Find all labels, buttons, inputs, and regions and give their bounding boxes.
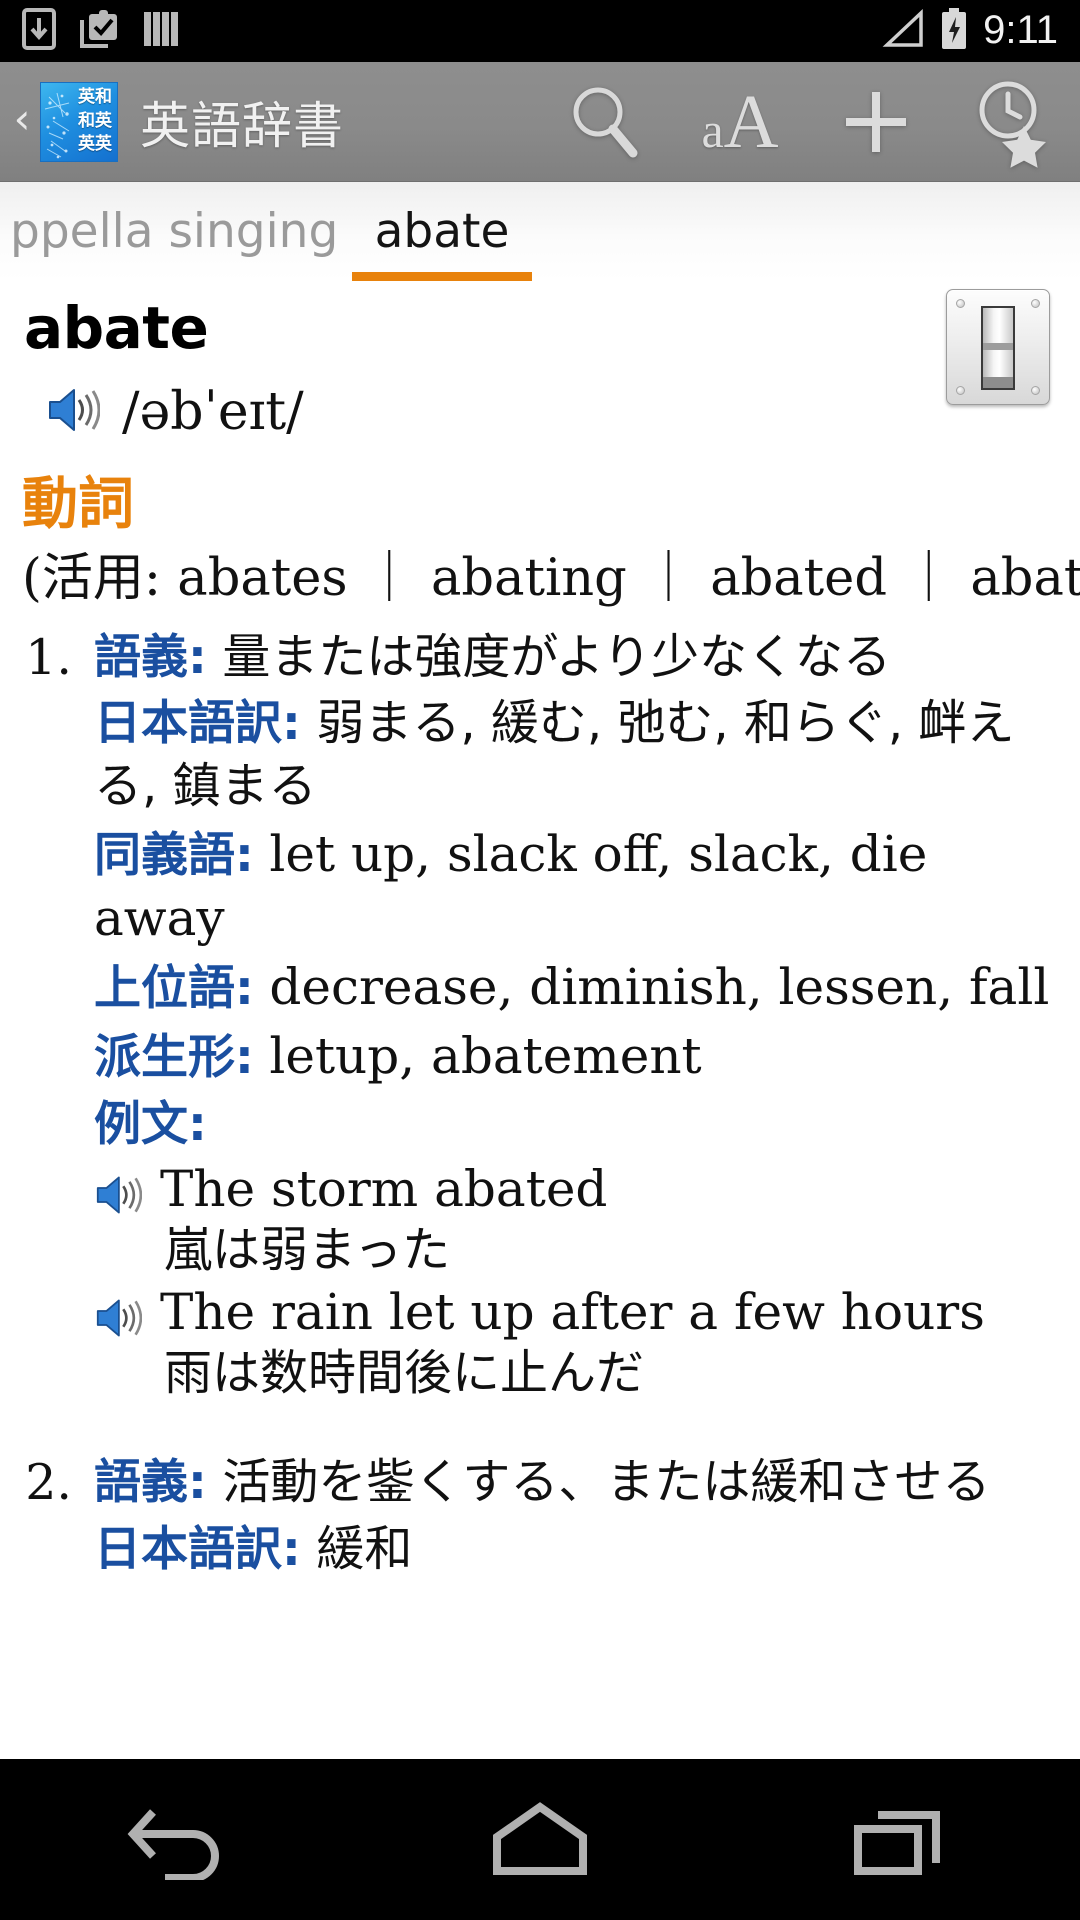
sense-item: 1. 語義: 量または強度がより少なくなる 日本語訳: 弱まる, 緩む, 弛む,… (0, 620, 1080, 1406)
derivatives-field: 派生形: letup, abatement (94, 1024, 1060, 1089)
headword: abate (24, 294, 209, 362)
speaker-icon[interactable] (46, 385, 101, 440)
headword-row: abate /əbˈeɪt/ (0, 281, 1080, 440)
gloss-label: 語義: (94, 629, 207, 685)
books-icon (142, 8, 182, 55)
search-button[interactable] (536, 62, 672, 182)
sense-body: 語義: 量または強度がより少なくなる 日本語訳: 弱まる, 緩む, 弛む, 和ら… (94, 626, 1060, 1406)
back-arrow-icon (127, 1808, 219, 1880)
speaker-icon[interactable] (94, 1159, 160, 1222)
phone-screen: 9:11 ‹ 英和 和英 英英 英語辞書 a A ppella singing … (0, 0, 1080, 1920)
sense-body: 語義: 活動を鈭くする、または緩和させる 日本語訳: 緩和 (94, 1451, 1060, 1584)
active-tab-underline (352, 272, 532, 281)
japanese-translation-label: 日本語訳: (94, 1522, 301, 1578)
tab-label: abate (374, 203, 510, 259)
speaker-icon[interactable] (94, 1282, 160, 1345)
screw-icon (1031, 386, 1040, 395)
example-item: The rain let up after a few hours 雨は数時間後… (94, 1282, 1060, 1403)
signal-icon (881, 8, 925, 54)
ipa-pronunciation: /əbˈeɪt/ (122, 382, 304, 443)
examples-label: 例文: (94, 1096, 207, 1152)
example-japanese: 雨は数時間後に止んだ (164, 1345, 645, 1402)
font-size-button[interactable]: aA (672, 62, 808, 182)
app-icon-line-3: 英英 (78, 133, 112, 154)
clipboard-check-icon (78, 8, 120, 55)
recents-button[interactable] (800, 1759, 1000, 1920)
gloss-field: 語義: 活動を鈭くする、または緩和させる (94, 1451, 1060, 1514)
synonyms-field: 同義語: let up, slack off, slack, die away (94, 822, 1060, 951)
hypernyms-field: 上位語: decrease, diminish, lessen, fall (94, 955, 1060, 1020)
sense-list: 1. 語義: 量または強度がより少なくなる 日本語訳: 弱まる, 緩む, 弛む,… (0, 610, 1080, 1585)
app-icon-labels: 英和 和英 英英 (77, 87, 113, 157)
download-icon (22, 7, 56, 55)
example-english: The rain let up after a few hours (160, 1283, 985, 1342)
sense-number: 1. (25, 628, 72, 686)
inflection-forms: (活用: abates ｜ abating ｜ abated ｜ abated) (22, 549, 1080, 609)
hypernyms-text: decrease, diminish, lessen, fall (269, 958, 1050, 1017)
home-icon (493, 1801, 587, 1875)
app-title: 英語辞書 (140, 96, 344, 155)
light-switch-image[interactable] (946, 289, 1050, 405)
app-icon-line-1: 英和 (78, 87, 112, 108)
add-icon (846, 91, 906, 152)
add-button[interactable] (808, 62, 944, 182)
derivatives-label: 派生形: (94, 1029, 254, 1085)
history-favorites-button[interactable] (944, 62, 1080, 182)
hypernyms-label: 上位語: (94, 961, 254, 1017)
japanese-translation-label: 日本語訳: (94, 696, 301, 752)
system-navigation-bar (0, 1759, 1080, 1920)
recents-icon (854, 1810, 940, 1875)
home-button[interactable] (440, 1759, 640, 1920)
status-bar-left-icons (22, 7, 182, 55)
battery-charging-icon (939, 7, 969, 56)
screw-icon (1031, 299, 1040, 308)
examples-field-label: 例文: (94, 1093, 1060, 1156)
tab-abate[interactable]: abate (352, 182, 532, 280)
japanese-translation-text: 緩和 (316, 1521, 413, 1578)
clock-time: 9:11 (983, 8, 1058, 52)
app-icon-line-2: 和英 (78, 110, 112, 131)
screw-icon (956, 299, 965, 308)
example-list: The storm abated 嵐は弱まった The rain let up … (94, 1159, 1060, 1403)
history-favorites-icon (979, 81, 1046, 168)
example-japanese: 嵐は弱まった (164, 1222, 451, 1279)
action-bar-buttons: aA (536, 62, 1080, 182)
status-bar-right: 9:11 (881, 7, 1058, 56)
search-icon (573, 87, 638, 157)
derivatives-text: letup, abatement (269, 1026, 702, 1085)
example-english: The storm abated (160, 1160, 608, 1219)
gloss-label: 語義: (94, 1455, 207, 1511)
action-bar: ‹ 英和 和英 英英 英語辞書 a A (0, 62, 1080, 182)
pronunciation-row: /əbˈeɪt/ (24, 385, 1056, 440)
gloss-field: 語義: 量または強度がより少なくなる (94, 626, 1060, 689)
gloss-text: 活動を鈭くする、または緩和させる (222, 1454, 991, 1511)
dictionary-entry-content[interactable]: abate /əbˈeɪt/ 動詞 (活用: abates ｜ abating … (0, 281, 1080, 1759)
example-text: The rain let up after a few hours 雨は数時間後… (160, 1282, 1060, 1403)
back-button[interactable] (80, 1759, 280, 1920)
status-bar: 9:11 (0, 0, 1080, 62)
japanese-translation-field: 日本語訳: 緩和 (94, 1518, 1060, 1581)
app-icon[interactable]: 英和 和英 英英 (40, 81, 118, 162)
gloss-text: 量または強度がより少なくなる (222, 628, 892, 685)
tab-a-cappella-singing[interactable]: ppella singing (0, 182, 366, 280)
sense-item: 2. 語義: 活動を鈭くする、または緩和させる 日本語訳: 緩和 (0, 1445, 1080, 1584)
screw-icon (956, 386, 965, 395)
up-back-caret-icon[interactable]: ‹ (0, 97, 44, 146)
synonyms-label: 同義語: (94, 827, 254, 883)
example-item: The storm abated 嵐は弱まった (94, 1159, 1060, 1280)
part-of-speech: 動詞 (22, 471, 134, 537)
sense-spacer (0, 1405, 1080, 1445)
font-size-icon: aA (701, 79, 779, 164)
tab-strip: ppella singing abate (0, 182, 1080, 280)
example-text: The storm abated 嵐は弱まった (160, 1159, 1060, 1280)
sense-number: 2. (25, 1454, 72, 1512)
light-switch-toggle (981, 306, 1015, 390)
japanese-translation-field: 日本語訳: 弱まる, 緩む, 弛む, 和らぐ, 衅える, 鎮まる (94, 692, 1060, 817)
tab-label: ppella singing (10, 203, 339, 259)
